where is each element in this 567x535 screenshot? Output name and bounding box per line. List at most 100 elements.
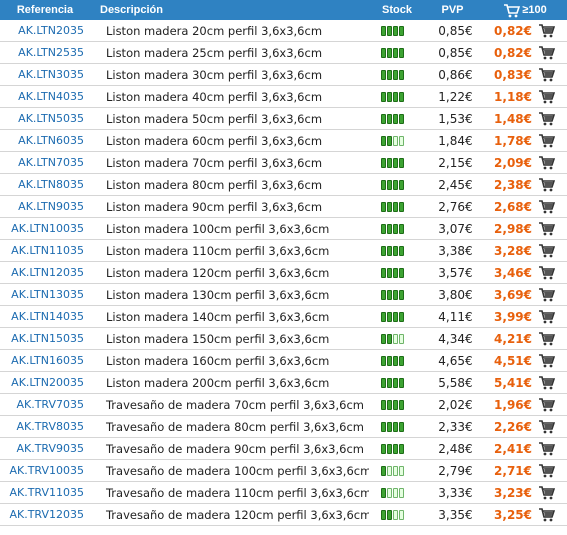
- pvp-price: 2,79€: [438, 463, 473, 478]
- stock-cell: [369, 395, 416, 414]
- stock-level-icon: [380, 136, 404, 146]
- stock-cell: [369, 505, 416, 524]
- product-reference-link[interactable]: AK.LTN15035: [0, 332, 94, 345]
- price-table: Referencia Descripción Stock PVP ≥100 AK…: [0, 0, 567, 526]
- price-100-cell: 3,99€: [477, 309, 567, 324]
- stock-cell: [369, 241, 416, 260]
- pvp-price: 2,48€: [438, 441, 473, 456]
- stock-cell: [369, 329, 416, 348]
- cart-icon[interactable]: [538, 353, 555, 368]
- table-row: AK.LTN13035 Liston madera 130cm perfil 3…: [0, 284, 567, 306]
- cart-icon[interactable]: [538, 419, 555, 434]
- stock-level-icon: [380, 378, 404, 388]
- product-reference-link[interactable]: AK.LTN10035: [0, 222, 94, 235]
- cart-icon[interactable]: [538, 485, 555, 500]
- stock-cell: [369, 21, 416, 40]
- product-reference-link[interactable]: AK.LTN3035: [0, 68, 94, 81]
- table-row: AK.LTN11035 Liston madera 110cm perfil 3…: [0, 240, 567, 262]
- cart-icon[interactable]: [538, 507, 555, 522]
- header-descripcion[interactable]: Descripción: [90, 4, 372, 16]
- cart-icon[interactable]: [538, 375, 555, 390]
- product-description: Travesaño de madera 120cm perfil 3,6x3,6…: [105, 507, 370, 522]
- cart-icon: [504, 3, 521, 17]
- stock-cell: [369, 131, 416, 150]
- product-reference-link[interactable]: AK.LTN8035: [0, 178, 94, 191]
- cart-icon[interactable]: [538, 23, 555, 38]
- product-reference-link[interactable]: AK.LTN5035: [0, 112, 94, 125]
- stock-cell: [369, 175, 416, 194]
- product-reference-link[interactable]: AK.TRV12035: [0, 508, 94, 521]
- pvp-price: 2,15€: [438, 155, 473, 170]
- price-100-cell: 1,78€: [477, 133, 567, 148]
- header-stock[interactable]: Stock: [372, 4, 422, 16]
- cart-icon[interactable]: [538, 67, 555, 82]
- cart-icon[interactable]: [538, 199, 555, 214]
- cart-icon[interactable]: [538, 309, 555, 324]
- product-reference-link[interactable]: AK.LTN2035: [0, 24, 94, 37]
- product-reference-link[interactable]: AK.TRV8035: [0, 420, 94, 433]
- product-reference-link[interactable]: AK.LTN16035: [0, 354, 94, 367]
- table-row: AK.TRV10035 Travesaño de madera 100cm pe…: [0, 460, 567, 482]
- product-description: Travesaño de madera 70cm perfil 3,6x3,6c…: [105, 397, 364, 412]
- product-reference-link[interactable]: AK.TRV7035: [0, 398, 94, 411]
- pvp-price: 2,45€: [438, 177, 473, 192]
- product-description: Liston madera 120cm perfil 3,6x3,6cm: [105, 265, 330, 280]
- product-reference-link[interactable]: AK.LTN2535: [0, 46, 94, 59]
- stock-level-icon: [380, 224, 404, 234]
- product-reference-link[interactable]: AK.TRV9035: [0, 442, 94, 455]
- product-description: Liston madera 150cm perfil 3,6x3,6cm: [105, 331, 330, 346]
- cart-icon[interactable]: [538, 463, 555, 478]
- price-100-cell: 2,26€: [477, 419, 567, 434]
- product-reference-link[interactable]: AK.TRV11035: [0, 486, 94, 499]
- table-row: AK.LTN15035 Liston madera 150cm perfil 3…: [0, 328, 567, 350]
- product-reference-link[interactable]: AK.LTN12035: [0, 266, 94, 279]
- table-row: AK.LTN20035 Liston madera 200cm perfil 3…: [0, 372, 567, 394]
- product-reference-link[interactable]: AK.LTN11035: [0, 244, 94, 257]
- price-100-value: 2,68€: [494, 199, 532, 214]
- price-100-cell: 2,09€: [477, 155, 567, 170]
- cart-icon[interactable]: [538, 243, 555, 258]
- cart-icon[interactable]: [538, 221, 555, 236]
- pvp-price: 3,33€: [438, 485, 473, 500]
- price-100-value: 2,26€: [494, 419, 532, 434]
- product-description: Liston madera 100cm perfil 3,6x3,6cm: [105, 221, 330, 236]
- product-reference-link[interactable]: AK.LTN7035: [0, 156, 94, 169]
- product-reference-link[interactable]: AK.LTN6035: [0, 134, 94, 147]
- cart-icon[interactable]: [538, 441, 555, 456]
- product-reference-link[interactable]: AK.LTN14035: [0, 310, 94, 323]
- cart-icon[interactable]: [538, 287, 555, 302]
- product-description: Liston madera 40cm perfil 3,6x3,6cm: [105, 89, 323, 104]
- stock-cell: [369, 483, 416, 502]
- cart-icon[interactable]: [538, 133, 555, 148]
- stock-cell: [369, 153, 416, 172]
- table-row: AK.TRV12035 Travesaño de madera 120cm pe…: [0, 504, 567, 526]
- product-reference-link[interactable]: AK.LTN20035: [0, 376, 94, 389]
- pvp-price: 0,86€: [438, 67, 473, 82]
- stock-level-icon: [380, 488, 404, 498]
- product-reference-link[interactable]: AK.TRV10035: [0, 464, 94, 477]
- product-reference-link[interactable]: AK.LTN4035: [0, 90, 94, 103]
- stock-level-icon: [380, 290, 404, 300]
- product-reference-link[interactable]: AK.LTN13035: [0, 288, 94, 301]
- cart-icon[interactable]: [538, 265, 555, 280]
- cart-icon[interactable]: [538, 155, 555, 170]
- price-100-cell: 3,23€: [477, 485, 567, 500]
- stock-cell: [369, 373, 416, 392]
- cart-icon[interactable]: [538, 45, 555, 60]
- cart-icon[interactable]: [538, 397, 555, 412]
- header-price-100[interactable]: ≥100: [483, 3, 567, 18]
- price-100-value: 1,48€: [494, 111, 532, 126]
- cart-icon[interactable]: [538, 177, 555, 192]
- table-row: AK.LTN14035 Liston madera 140cm perfil 3…: [0, 306, 567, 328]
- header-referencia[interactable]: Referencia: [0, 4, 90, 16]
- pvp-price: 1,84€: [438, 133, 473, 148]
- cart-icon[interactable]: [538, 89, 555, 104]
- cart-icon[interactable]: [538, 111, 555, 126]
- price-100-cell: 0,82€: [477, 45, 567, 60]
- price-100-cell: 2,71€: [477, 463, 567, 478]
- price-100-cell: 2,41€: [477, 441, 567, 456]
- header-pvp[interactable]: PVP: [422, 4, 483, 16]
- product-reference-link[interactable]: AK.LTN9035: [0, 200, 94, 213]
- cart-icon[interactable]: [538, 331, 555, 346]
- table-row: AK.TRV8035 Travesaño de madera 80cm perf…: [0, 416, 567, 438]
